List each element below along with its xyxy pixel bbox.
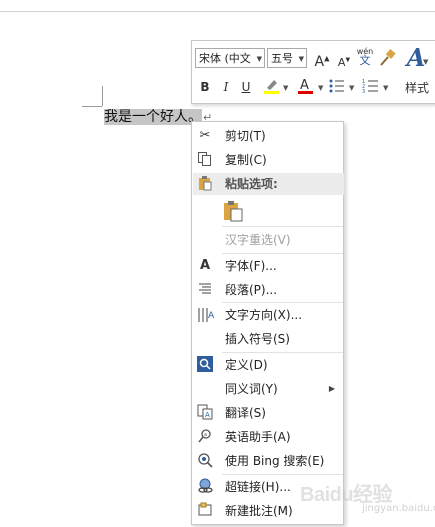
phonetic-guide-button[interactable]: wén 文 bbox=[355, 47, 375, 69]
menu-item-english-assistant[interactable]: a 英语助手(A) bbox=[192, 425, 343, 449]
paste-keep-text-only-button[interactable] bbox=[222, 200, 244, 222]
pinyin-char: 文 bbox=[359, 54, 371, 67]
submenu-arrow-icon: ▶ bbox=[328, 384, 335, 393]
styles-label: 样式 bbox=[405, 81, 430, 95]
menu-label-copy: 复制(C) bbox=[225, 153, 267, 167]
chevron-down-icon: ▼ bbox=[423, 58, 429, 66]
highlight-button[interactable] bbox=[262, 77, 280, 95]
menu-label-reconvert: 汉字重选(V) bbox=[225, 233, 291, 247]
menu-label-text-direction: 文字方向(X)... bbox=[225, 308, 303, 322]
menu-separator bbox=[222, 226, 343, 227]
chevron-down-icon: ▼ bbox=[349, 84, 355, 92]
menu-item-font[interactable]: A 字体(F)... bbox=[192, 254, 343, 278]
font-size-value: 五号 bbox=[271, 52, 293, 65]
menu-item-synonyms[interactable]: 同义词(Y) ▶ bbox=[192, 377, 343, 401]
menu-item-paste-options: 粘贴选项: bbox=[192, 172, 343, 196]
underline-button[interactable]: U bbox=[237, 78, 255, 96]
menu-item-text-direction[interactable]: A 文字方向(X)... bbox=[192, 303, 343, 327]
format-painter-button[interactable] bbox=[378, 49, 396, 67]
underline-icon: U bbox=[241, 80, 251, 94]
numbering-button[interactable]: 123 bbox=[362, 77, 380, 95]
text-direction-icon: A bbox=[196, 306, 215, 324]
shrink-font-icon: A▼ bbox=[337, 55, 351, 69]
paragraph-icon bbox=[196, 281, 214, 299]
menu-label-bing-search: 使用 Bing 搜索(E) bbox=[225, 454, 325, 468]
search-icon bbox=[196, 452, 214, 470]
svg-text:A: A bbox=[300, 78, 309, 93]
menu-label-new-comment: 新建批注(M) bbox=[225, 504, 293, 518]
menu-label-paste-options: 粘贴选项: bbox=[225, 177, 278, 191]
translate-icon: A bbox=[196, 404, 214, 422]
margin-corner-vertical bbox=[102, 86, 103, 106]
grow-font-button[interactable]: A▲ bbox=[313, 49, 331, 70]
mini-toolbar: 宋体 (中文 ▼ 五号 ▼ A▲ A▼ wén 文 A ▼ B I U ▼ A ▼… bbox=[191, 40, 435, 104]
font-icon: A bbox=[199, 258, 211, 273]
margin-corner-horizontal bbox=[82, 106, 102, 107]
svg-text:A: A bbox=[205, 411, 210, 419]
menu-label-hyperlink: 超链接(H)... bbox=[225, 480, 291, 494]
copy-icon bbox=[196, 151, 214, 169]
grow-font-icon: A▲ bbox=[314, 53, 330, 70]
menu-label-synonyms: 同义词(Y) bbox=[225, 382, 278, 396]
menu-item-paragraph[interactable]: 段落(P)... bbox=[192, 278, 343, 302]
highlighter-icon bbox=[264, 80, 279, 94]
menu-label-translate: 翻译(S) bbox=[225, 406, 266, 420]
context-menu: ✂ 剪切(T) 复制(C) 粘贴选项: 汉字重选(V) A 字体(F)... 段… bbox=[191, 121, 344, 525]
define-icon bbox=[196, 356, 214, 374]
font-name-value: 宋体 (中文 bbox=[199, 52, 251, 65]
menu-item-insert-symbol[interactable]: 插入符号(S) bbox=[192, 327, 343, 351]
italic-button[interactable]: I bbox=[217, 78, 235, 96]
menu-label-english-assistant: 英语助手(A) bbox=[225, 430, 291, 444]
font-name-combo[interactable]: 宋体 (中文 ▼ bbox=[195, 48, 265, 68]
phonetic-guide-icon: wén 文 bbox=[357, 47, 374, 66]
menu-item-copy[interactable]: 复制(C) bbox=[192, 148, 343, 172]
menu-item-reconvert: 汉字重选(V) bbox=[192, 228, 343, 252]
menu-label-font: 字体(F)... bbox=[225, 259, 277, 273]
bold-icon: B bbox=[200, 80, 210, 94]
menu-item-translate[interactable]: A 翻译(S) bbox=[192, 401, 343, 425]
chevron-down-icon: ▼ bbox=[383, 84, 389, 92]
scissors-icon: ✂ bbox=[199, 128, 211, 143]
selected-text[interactable]: 我是一个好人。 bbox=[104, 109, 202, 125]
page-top-border bbox=[0, 11, 435, 12]
menu-item-define[interactable]: 定义(D) bbox=[192, 353, 343, 377]
menu-item-bing-search[interactable]: 使用 Bing 搜索(E) bbox=[192, 449, 343, 473]
italic-icon: I bbox=[223, 80, 229, 94]
menu-label-insert-symbol: 插入符号(S) bbox=[225, 332, 290, 346]
menu-label-define: 定义(D) bbox=[225, 358, 268, 372]
chevron-down-icon: ▼ bbox=[298, 55, 304, 63]
comment-icon bbox=[196, 502, 214, 520]
menu-item-cut[interactable]: ✂ 剪切(T) bbox=[192, 124, 343, 148]
font-color-icon: A bbox=[298, 78, 313, 94]
hyperlink-icon bbox=[196, 478, 214, 496]
chevron-down-icon: ▼ bbox=[283, 84, 289, 92]
svg-text:A: A bbox=[208, 311, 214, 321]
shrink-font-button[interactable]: A▼ bbox=[335, 51, 353, 69]
menu-label-cut: 剪切(T) bbox=[225, 129, 266, 143]
chevron-down-icon: ▼ bbox=[256, 55, 262, 63]
bullets-button[interactable] bbox=[328, 77, 346, 95]
format-painter-icon bbox=[380, 49, 396, 66]
paste-clipboard-icon bbox=[224, 201, 243, 222]
font-size-combo[interactable]: 五号 ▼ bbox=[267, 48, 307, 68]
svg-text:a: a bbox=[204, 432, 207, 438]
bullets-icon bbox=[329, 79, 344, 93]
baidu-watermark-url: jingyan.baidu.com bbox=[362, 503, 435, 514]
english-assistant-icon: a bbox=[196, 428, 214, 446]
chevron-down-icon: ▼ bbox=[318, 84, 324, 92]
menu-label-paragraph: 段落(P)... bbox=[225, 283, 278, 297]
font-color-button[interactable]: A bbox=[296, 77, 314, 95]
numbering-icon: 123 bbox=[362, 79, 378, 95]
clipboard-icon bbox=[196, 175, 214, 193]
svg-text:3: 3 bbox=[362, 89, 365, 95]
bold-button[interactable]: B bbox=[196, 78, 214, 96]
